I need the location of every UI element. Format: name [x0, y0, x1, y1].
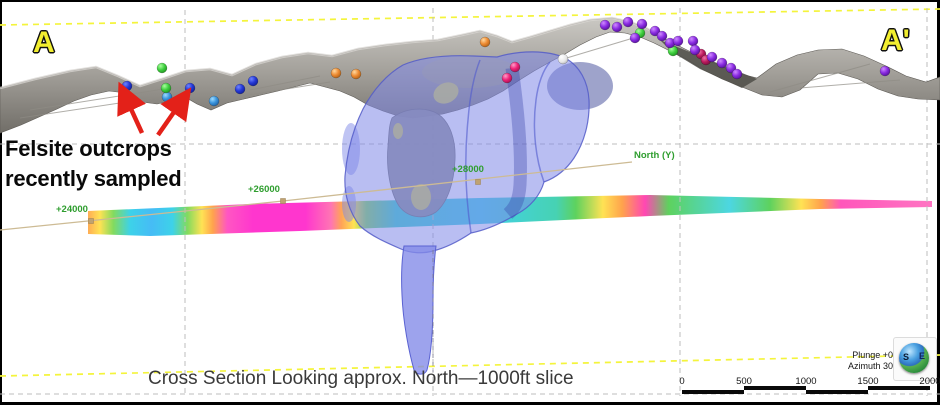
collar-sphere-pink	[502, 73, 512, 83]
cross-section-scene	[0, 0, 940, 405]
collar-sphere-purple	[657, 31, 667, 41]
scale-tick-1500: 1500	[857, 376, 878, 387]
collar-sphere-purple	[612, 22, 622, 32]
collar-sphere-orange	[331, 68, 341, 78]
collar-sphere-purple	[707, 52, 717, 62]
collar-sphere-purple	[637, 19, 647, 29]
felsite-dike-tail	[402, 246, 436, 374]
collar-sphere-purple	[630, 33, 640, 43]
scale-tick-2000: 2000	[919, 376, 940, 387]
azimuth-readout: Azimuth 309	[820, 361, 898, 372]
scale-tick-0: 0	[679, 376, 684, 387]
section-label-a-prime: A'	[881, 24, 910, 58]
collar-sphere-purple	[623, 17, 633, 27]
collar-sphere-white	[558, 54, 568, 64]
collar-sphere-purple	[690, 45, 700, 55]
axis-tick-28000: +28000	[452, 164, 484, 175]
scale-bar	[682, 386, 930, 394]
axis-tick-26000: +26000	[248, 184, 280, 195]
collar-sphere-green	[161, 83, 171, 93]
collar-sphere-purple	[732, 69, 742, 79]
collar-sphere-blue	[235, 84, 245, 94]
globe-east-label: E	[919, 351, 925, 361]
collar-sphere-green	[157, 63, 167, 73]
cross-section-viewport[interactable]: A A' Felsite outcrops recently sampled +…	[0, 0, 940, 405]
globe-south-label: S	[903, 352, 909, 362]
collar-sphere-blue	[248, 76, 258, 86]
annotation-line-2: recently sampled	[5, 164, 182, 193]
collar-sphere-purple	[673, 36, 683, 46]
collar-sphere-pink	[510, 62, 520, 72]
collar-sphere-purple	[880, 66, 890, 76]
collar-sphere-lightblue	[162, 92, 172, 102]
annotation-line-1: Felsite outcrops	[5, 134, 172, 163]
collar-sphere-purple	[688, 36, 698, 46]
collar-sphere-purple	[717, 58, 727, 68]
section-label-a: A	[33, 26, 55, 60]
scale-tick-500: 500	[736, 376, 752, 387]
plunge-readout: Plunge +08	[820, 350, 898, 361]
collar-sphere-blue	[185, 83, 195, 93]
collar-sphere-blue	[122, 81, 132, 91]
scale-tick-1000: 1000	[795, 376, 816, 387]
orientation-globe-icon[interactable]: S E	[899, 343, 929, 373]
caption: Cross Section Looking approx. North—1000…	[148, 368, 574, 390]
collar-sphere-orange	[480, 37, 490, 47]
axis-label-north-y: North (Y)	[634, 150, 675, 161]
collar-sphere-purple	[600, 20, 610, 30]
axis-tick-24000: +24000	[56, 204, 88, 215]
collar-sphere-lightblue	[209, 96, 219, 106]
collar-sphere-orange	[351, 69, 361, 79]
